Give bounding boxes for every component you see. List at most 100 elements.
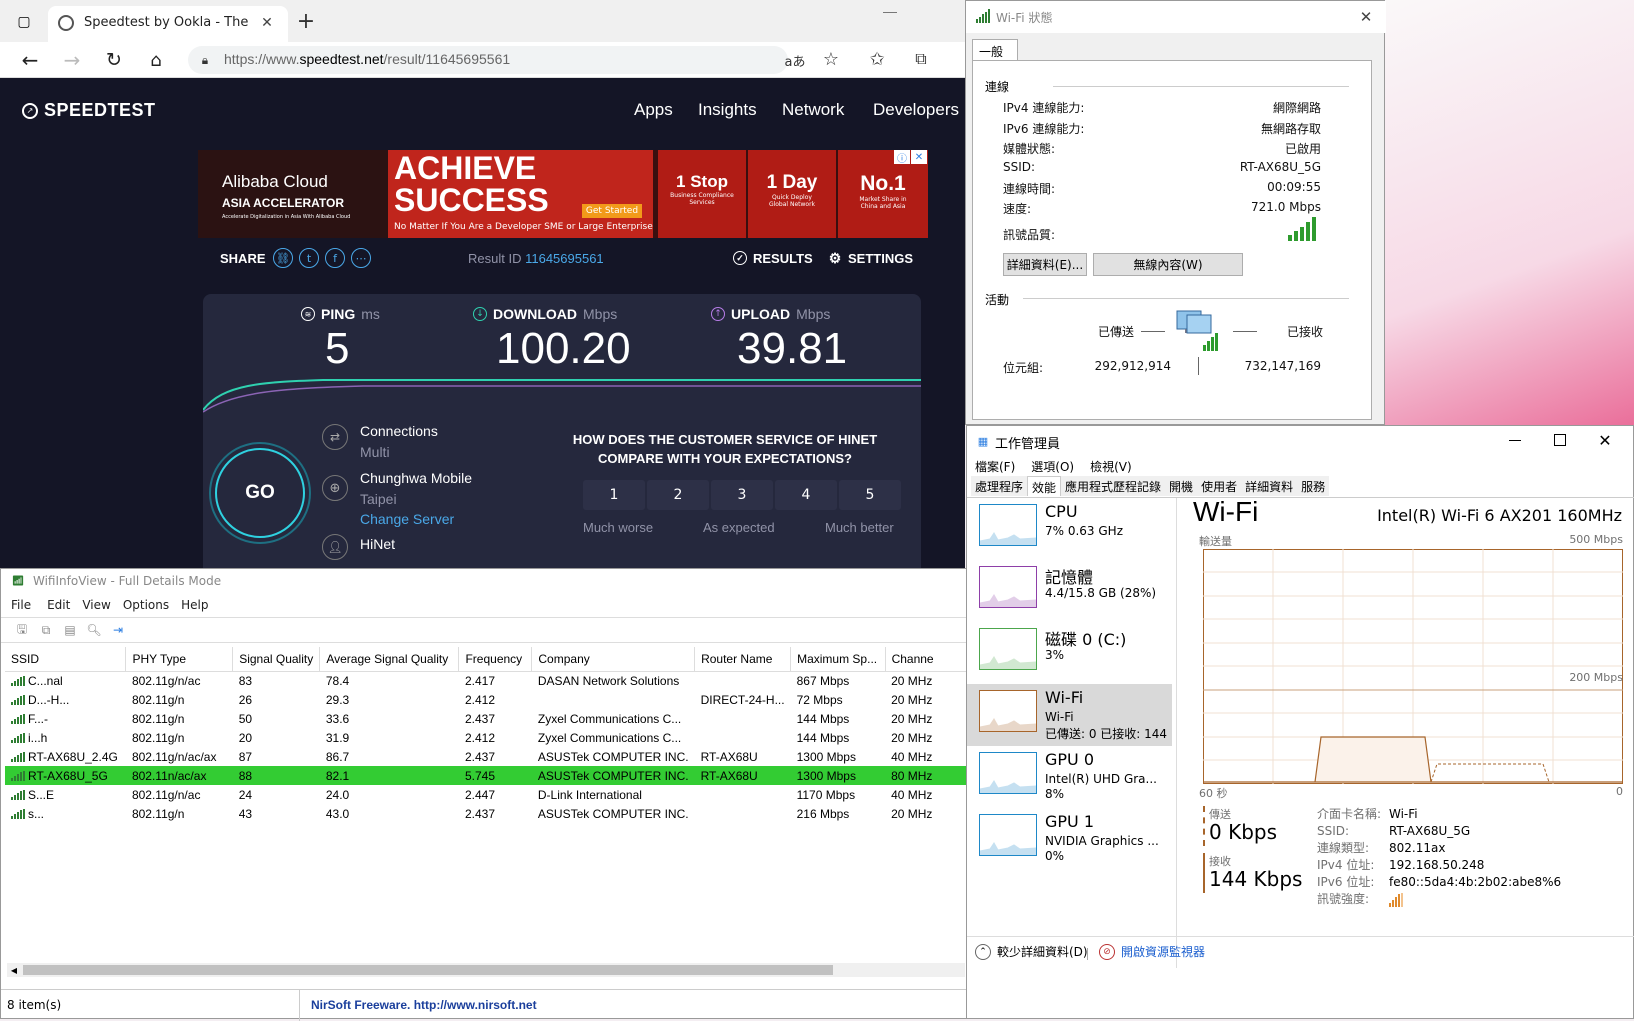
tab-close-icon[interactable]: ✕ xyxy=(258,14,276,32)
tm-menu-view[interactable]: 檢視(V) xyxy=(1082,456,1140,476)
html-report-icon[interactable]: ▤ xyxy=(61,622,79,638)
tab-services[interactable]: 服務 xyxy=(1297,476,1330,496)
cell-text: D-Link International xyxy=(537,787,642,802)
tm-side-sparkline xyxy=(979,814,1037,856)
wifi-status-tab-general[interactable]: 一般 xyxy=(972,39,1018,61)
table-row[interactable]: RT-AX68U_5G 802.11n/ac/ax 88 82.1 5.745 ASUST… xyxy=(5,766,967,785)
read-aloud-icon[interactable]: aあ xyxy=(784,50,806,70)
scrollbar-thumb[interactable] xyxy=(23,965,833,975)
copy-icon[interactable]: ⧉ xyxy=(37,622,55,638)
tab-actions-icon[interactable]: ▢ xyxy=(14,12,34,32)
tm-close-icon[interactable]: ✕ xyxy=(1595,430,1615,450)
rating-3-button[interactable]: 3 xyxy=(711,480,773,510)
favorites-icon[interactable]: ✩ xyxy=(866,48,888,70)
share-link-icon[interactable]: ⛓︎ xyxy=(273,248,293,268)
change-server-link[interactable]: Change Server xyxy=(360,511,454,527)
new-tab-icon[interactable]: + xyxy=(295,9,317,34)
menu-options[interactable]: Options xyxy=(117,595,175,617)
tab-performance[interactable]: 效能 xyxy=(1027,476,1062,496)
ad-info-icon[interactable]: ⓘ xyxy=(894,150,910,165)
save-icon[interactable]: 🖫 xyxy=(13,622,31,638)
ad-cta-button[interactable]: Get Started xyxy=(582,204,642,218)
ad-panel-1-sub: Business Compliance Services xyxy=(670,192,734,206)
collections-icon[interactable]: ⧉ xyxy=(910,48,932,70)
tab-users[interactable]: 使用者 xyxy=(1197,476,1242,496)
nirsoft-link[interactable]: NirSoft Freeware. http://www.nirsoft.net xyxy=(311,998,537,1012)
details-button[interactable]: 詳細資料(E)... xyxy=(1003,253,1087,276)
rating-1-button[interactable]: 1 xyxy=(583,480,645,510)
nav-insights[interactable]: Insights xyxy=(698,100,757,120)
rating-2-button[interactable]: 2 xyxy=(647,480,709,510)
col-average-signal[interactable]: Average Signal Quality xyxy=(319,647,460,672)
col-phy-type[interactable]: PHY Type xyxy=(125,647,234,672)
ad-close-icon[interactable]: ✕ xyxy=(911,150,927,164)
table-row[interactable]: C...nal 802.11g/n/ac 83 78.4 2.417 DASAN Netw… xyxy=(5,671,967,690)
add-favorite-icon[interactable]: ☆ xyxy=(820,48,842,70)
table-row[interactable]: S...E 802.11g/n/ac 24 24.0 2.447 D-Link Inter… xyxy=(5,785,967,804)
url-field[interactable]: 🔒︎ https://www.speedtest.net/result/1164… xyxy=(188,46,788,74)
wifi-bars-icon xyxy=(11,788,28,802)
resource-monitor-link[interactable]: ⊘ 開啟資源監視器 xyxy=(1099,943,1205,960)
nav-network[interactable]: Network xyxy=(782,100,844,120)
menu-file[interactable]: File xyxy=(1,595,41,617)
col-company[interactable]: Company xyxy=(531,647,696,672)
col-router-name[interactable]: Router Name xyxy=(694,647,792,672)
browser-tab[interactable]: Speedtest by Ookla - The Global ✕ xyxy=(48,6,288,42)
forward-icon[interactable]: → xyxy=(60,48,84,72)
wireless-properties-button[interactable]: 無線內容(W) xyxy=(1093,253,1243,276)
menu-help[interactable]: Help xyxy=(175,595,214,617)
wifi-status-close-icon[interactable]: ✕ xyxy=(1356,7,1376,27)
tm-minimize-icon[interactable] xyxy=(1509,440,1521,441)
properties-icon[interactable]: 🔍︎ xyxy=(85,622,103,638)
menu-view[interactable]: View xyxy=(76,595,116,617)
table-row[interactable]: s... 802.11g/n 43 43.0 2.437 ASUSTek COMPUTER… xyxy=(5,804,967,823)
tab-app-history[interactable]: 應用程式歷程記錄 xyxy=(1061,476,1166,496)
col-max-speed[interactable]: Maximum Sp... xyxy=(790,647,886,672)
wifi-status-dialog: Wi-Fi 狀態 ✕ 一般 連線 IPv4 連線能力: 網際網路 IPv6 連線… xyxy=(965,0,1386,425)
menu-edit[interactable]: Edit xyxy=(41,595,76,617)
rating-5-button[interactable]: 5 xyxy=(839,480,901,510)
tm-menu-options[interactable]: 選項(O) xyxy=(1023,456,1082,476)
table-row[interactable]: D...-H... 802.11g/n 26 29.3 2.412 DIRECT-24-H… xyxy=(5,690,967,709)
results-button[interactable]: ✓ RESULTS xyxy=(733,251,813,266)
go-button[interactable]: GO xyxy=(215,448,305,538)
home-icon[interactable]: ⌂ xyxy=(144,48,168,72)
share-more-icon[interactable]: ⋯ xyxy=(351,248,371,268)
fewer-details-button[interactable]: ⌃ 較少詳細資料(D) xyxy=(975,943,1088,960)
tm-side-item[interactable]: CPU 7% 0.63 GHz xyxy=(967,498,1172,560)
table-row[interactable]: RT-AX68U_2.4G 802.11g/n/ac/ax 87 86.7 2.437 A… xyxy=(5,747,967,766)
back-icon[interactable]: ← xyxy=(18,48,42,72)
exit-icon[interactable]: ⇥ xyxy=(109,622,127,638)
table-row[interactable]: F...- 802.11g/n 50 33.6 2.437 Zyxel Communica… xyxy=(5,709,967,728)
share-facebook-icon[interactable]: f xyxy=(325,248,345,268)
minimize-icon[interactable] xyxy=(883,12,897,13)
connections-label: Connections xyxy=(360,423,438,439)
scroll-left-icon[interactable]: ◀ xyxy=(7,963,21,977)
tab-startup[interactable]: 開機 xyxy=(1165,476,1198,496)
tm-side-item[interactable]: GPU 0 Intel(R) UHD Gra... 8% xyxy=(967,746,1172,808)
nav-developers[interactable]: Developers xyxy=(873,100,959,120)
rating-4-button[interactable]: 4 xyxy=(775,480,837,510)
advertisement-banner[interactable]: Alibaba Cloud ASIA ACCELERATOR Accelerat… xyxy=(198,150,928,238)
tab-details[interactable]: 詳細資料 xyxy=(1241,476,1298,496)
col-frequency[interactable]: Frequency xyxy=(458,647,533,672)
nav-apps[interactable]: Apps xyxy=(634,100,673,120)
cell-max: 72 Mbps xyxy=(791,690,885,709)
tm-side-item[interactable]: Wi-Fi Wi-Fi 已傳送: 0 已接收: 144 K xyxy=(967,684,1172,746)
speedtest-logo[interactable]: ↗ SPEEDTEST xyxy=(22,100,156,121)
tm-side-item[interactable]: 記憶體 4.4/15.8 GB (28%) xyxy=(967,560,1172,622)
refresh-icon[interactable]: ↻ xyxy=(102,48,126,72)
tm-maximize-icon[interactable] xyxy=(1554,434,1566,446)
settings-button[interactable]: ⚙ SETTINGS xyxy=(828,250,913,267)
col-channel[interactable]: Channe xyxy=(885,647,967,672)
share-twitter-icon[interactable]: t xyxy=(299,248,319,268)
col-signal-quality[interactable]: Signal Quality xyxy=(232,647,321,672)
tm-side-item[interactable]: 磁碟 0 (C:) 3% xyxy=(967,622,1172,684)
horizontal-scrollbar[interactable]: ◀ xyxy=(7,963,965,977)
col-ssid[interactable]: SSID xyxy=(5,647,127,672)
tm-side-item[interactable]: GPU 1 NVIDIA Graphics ... 0% xyxy=(967,808,1172,870)
result-id-value[interactable]: 11645695561 xyxy=(525,251,604,266)
tab-processes[interactable]: 處理程序 xyxy=(971,476,1028,496)
table-row[interactable]: i...h 802.11g/n 20 31.9 2.412 Zyxel Communica… xyxy=(5,728,967,747)
tm-menu-file[interactable]: 檔案(F) xyxy=(967,456,1023,476)
